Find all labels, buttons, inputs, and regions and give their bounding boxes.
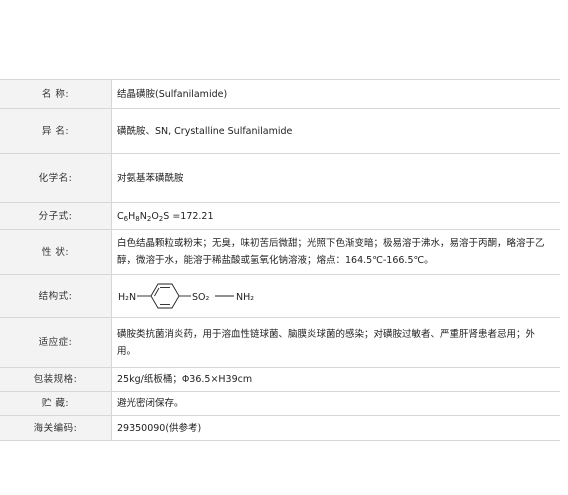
label-properties: 性 状:	[0, 229, 112, 275]
sulfonyl-group: SO₂	[192, 292, 210, 303]
value-packaging: 25kg/纸板桶；Φ36.5×H39cm	[111, 367, 560, 392]
row-alias: 异 名: 磺酰胺、SN, Crystalline Sulfanilamide	[0, 108, 560, 154]
formula-o: O	[151, 210, 159, 222]
value-alias: 磺酰胺、SN, Crystalline Sulfanilamide	[111, 108, 560, 154]
value-structure: H₂N SO₂ NH₂	[111, 274, 560, 318]
label-formula: 分子式:	[0, 202, 112, 230]
row-indications: 适应症: 磺胺类抗菌消炎药，用于溶血性链球菌、脑膜炎球菌的感染；对磺胺过敏者、严…	[0, 317, 560, 368]
value-properties: 白色结晶颗粒或粉末；无臭，味初苦后微甜；光照下色渐变暗；极易溶于沸水，易溶于丙酮…	[111, 229, 560, 275]
formula-weight: =172.21	[169, 210, 214, 222]
value-formula: C6H8N2O2S =172.21	[111, 202, 560, 230]
spec-table: 名 称: 结晶磺胺(Sulfanilamide) 异 名: 磺酰胺、SN, Cr…	[0, 79, 560, 441]
row-formula: 分子式: C6H8N2O2S =172.21	[0, 202, 560, 230]
row-hs-code: 海关编码: 29350090(供参考)	[0, 415, 560, 441]
row-properties: 性 状: 白色结晶颗粒或粉末；无臭，味初苦后微甜；光照下色渐变暗；极易溶于沸水，…	[0, 229, 560, 275]
value-indications: 磺胺类抗菌消炎药，用于溶血性链球菌、脑膜炎球菌的感染；对磺胺过敏者、严重肝肾患者…	[111, 317, 560, 368]
label-chemical-name: 化学名:	[0, 153, 112, 203]
row-structure: 结构式: H₂N SO₂ NH₂	[0, 274, 560, 318]
value-storage: 避光密闭保存。	[111, 391, 560, 416]
value-hs-code: 29350090(供参考)	[111, 415, 560, 441]
value-chemical-name: 对氨基苯磺酰胺	[111, 153, 560, 203]
amino-group-left: H₂N	[118, 292, 136, 303]
structure-diagram: H₂N SO₂ NH₂	[118, 283, 254, 309]
label-structure: 结构式:	[0, 274, 112, 318]
label-indications: 适应症:	[0, 317, 112, 368]
row-storage: 贮 藏: 避光密闭保存。	[0, 391, 560, 416]
label-hs-code: 海关编码:	[0, 415, 112, 441]
label-packaging: 包装规格:	[0, 367, 112, 392]
formula-c: C	[117, 210, 124, 222]
label-alias: 异 名:	[0, 108, 112, 154]
row-name: 名 称: 结晶磺胺(Sulfanilamide)	[0, 79, 560, 109]
formula-n: N	[139, 210, 147, 222]
value-name: 结晶磺胺(Sulfanilamide)	[111, 79, 560, 109]
label-name: 名 称:	[0, 79, 112, 109]
row-packaging: 包装规格: 25kg/纸板桶；Φ36.5×H39cm	[0, 367, 560, 392]
row-chemical-name: 化学名: 对氨基苯磺酰胺	[0, 153, 560, 203]
amino-group-right: NH₂	[236, 292, 254, 303]
product-spec-sheet: 名 称: 结晶磺胺(Sulfanilamide) 异 名: 磺酰胺、SN, Cr…	[0, 79, 560, 441]
label-storage: 贮 藏:	[0, 391, 112, 416]
